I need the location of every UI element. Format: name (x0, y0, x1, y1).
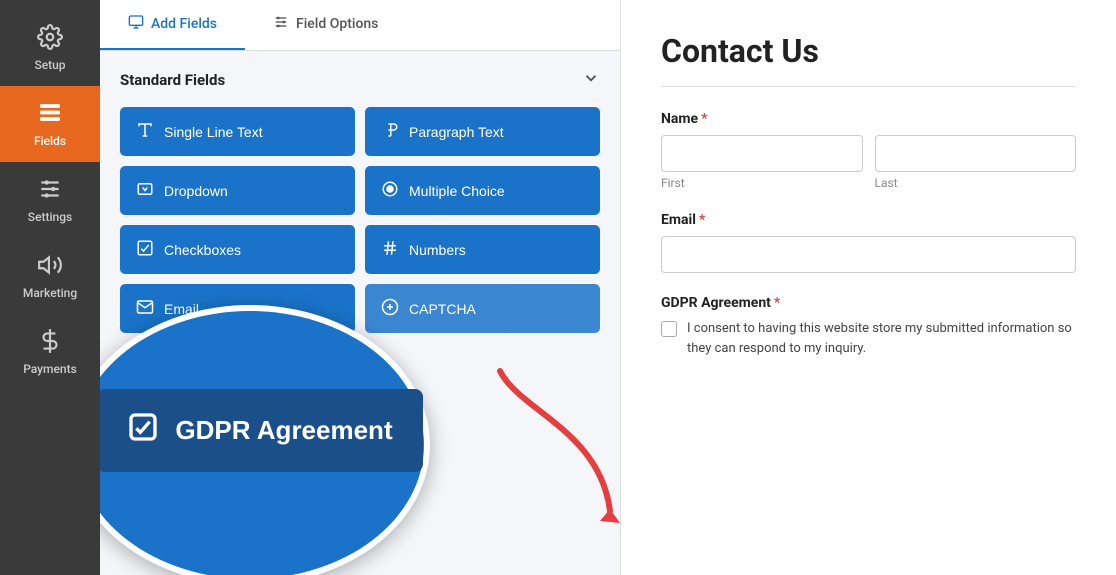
sidebar-item-fields-label: Fields (34, 134, 66, 148)
form-field-email: Email * (661, 212, 1076, 273)
fields-icon (37, 100, 63, 129)
form-input-wrapper-last: Last (875, 135, 1077, 190)
required-star-email: * (699, 212, 705, 228)
form-label-name: Name * (661, 111, 1076, 127)
dropdown-icon (136, 180, 154, 201)
form-divider (661, 86, 1076, 87)
gdpr-consent-row: I consent to having this website store m… (661, 319, 1076, 358)
gdpr-circle-bg: GDPR Agreement (100, 305, 430, 575)
sidebar-item-fields[interactable]: Fields (0, 86, 100, 162)
sidebar-item-payments[interactable]: Payments (0, 314, 100, 390)
fields-grid: Single Line Text Paragraph Text (120, 107, 600, 333)
tab-field-options-label: Field Options (296, 16, 378, 32)
form-sublabel-first: First (661, 176, 863, 190)
required-star-name: * (701, 111, 707, 127)
required-star-gdpr: * (774, 295, 780, 311)
number-icon (381, 239, 399, 260)
field-options-icon (273, 14, 289, 34)
radio-icon (381, 180, 399, 201)
settings-icon (37, 176, 63, 205)
tab-field-options[interactable]: Field Options (245, 0, 406, 50)
text-icon (136, 121, 154, 142)
field-btn-single-line-text[interactable]: Single Line Text (120, 107, 355, 156)
section-header: Standard Fields (120, 69, 600, 91)
form-title: Contact Us (661, 32, 1076, 70)
gdpr-icon (127, 411, 159, 450)
form-field-name: Name * First Last (661, 111, 1076, 190)
sidebar: Setup Fields Settings (0, 0, 100, 575)
form-input-last-name[interactable] (875, 135, 1077, 172)
field-btn-dropdown[interactable]: Dropdown (120, 166, 355, 215)
form-input-email[interactable] (661, 236, 1076, 273)
field-btn-dropdown-label: Dropdown (164, 183, 228, 199)
form-label-gdpr: GDPR Agreement * (661, 295, 1076, 311)
marketing-icon (37, 252, 63, 281)
field-btn-numbers[interactable]: Numbers (365, 225, 600, 274)
chevron-down-icon (582, 69, 600, 91)
sidebar-item-setup-label: Setup (34, 58, 65, 72)
sidebar-item-marketing-label: Marketing (23, 286, 77, 300)
field-btn-single-line-text-label: Single Line Text (164, 124, 263, 140)
form-label-email: Email * (661, 212, 1076, 228)
field-btn-multiple-choice-label: Multiple Choice (409, 183, 505, 199)
standard-fields-label: Standard Fields (120, 71, 225, 89)
sidebar-item-marketing[interactable]: Marketing (0, 238, 100, 314)
form-input-row-name: First Last (661, 135, 1076, 190)
field-btn-gdpr-agreement[interactable]: GDPR Agreement (100, 389, 423, 472)
tabs-bar: Add Fields Field Options (100, 0, 620, 51)
field-btn-checkboxes-label: Checkboxes (164, 242, 241, 258)
field-btn-multiple-choice[interactable]: Multiple Choice (365, 166, 600, 215)
field-btn-paragraph-text[interactable]: Paragraph Text (365, 107, 600, 156)
sidebar-item-settings-label: Settings (28, 210, 72, 224)
field-btn-gdpr-label: GDPR Agreement (175, 415, 392, 446)
gdpr-overlay: GDPR Agreement (100, 305, 430, 575)
sidebar-item-payments-label: Payments (23, 362, 77, 376)
add-fields-icon (128, 14, 144, 34)
field-btn-numbers-label: Numbers (409, 242, 466, 258)
form-input-wrapper-first: First (661, 135, 863, 190)
field-btn-paragraph-text-label: Paragraph Text (409, 124, 504, 140)
paragraph-icon (381, 121, 399, 142)
form-field-gdpr: GDPR Agreement * I consent to having thi… (661, 295, 1076, 358)
gear-icon (37, 24, 63, 53)
form-input-first-name[interactable] (661, 135, 863, 172)
gdpr-consent-text: I consent to having this website store m… (687, 319, 1076, 358)
checkbox-icon (136, 239, 154, 260)
field-btn-checkboxes[interactable]: Checkboxes (120, 225, 355, 274)
sidebar-item-settings[interactable]: Settings (0, 162, 100, 238)
tab-add-fields[interactable]: Add Fields (100, 0, 245, 50)
middle-panel: Add Fields Field Options Standard Fields (100, 0, 620, 575)
payments-icon (37, 328, 63, 357)
tab-add-fields-label: Add Fields (151, 16, 217, 32)
form-sublabel-last: Last (875, 176, 1077, 190)
gdpr-consent-checkbox[interactable] (661, 321, 677, 337)
preview-panel: Contact Us Name * First Last Email * G (620, 0, 1116, 575)
sidebar-item-setup[interactable]: Setup (0, 10, 100, 86)
